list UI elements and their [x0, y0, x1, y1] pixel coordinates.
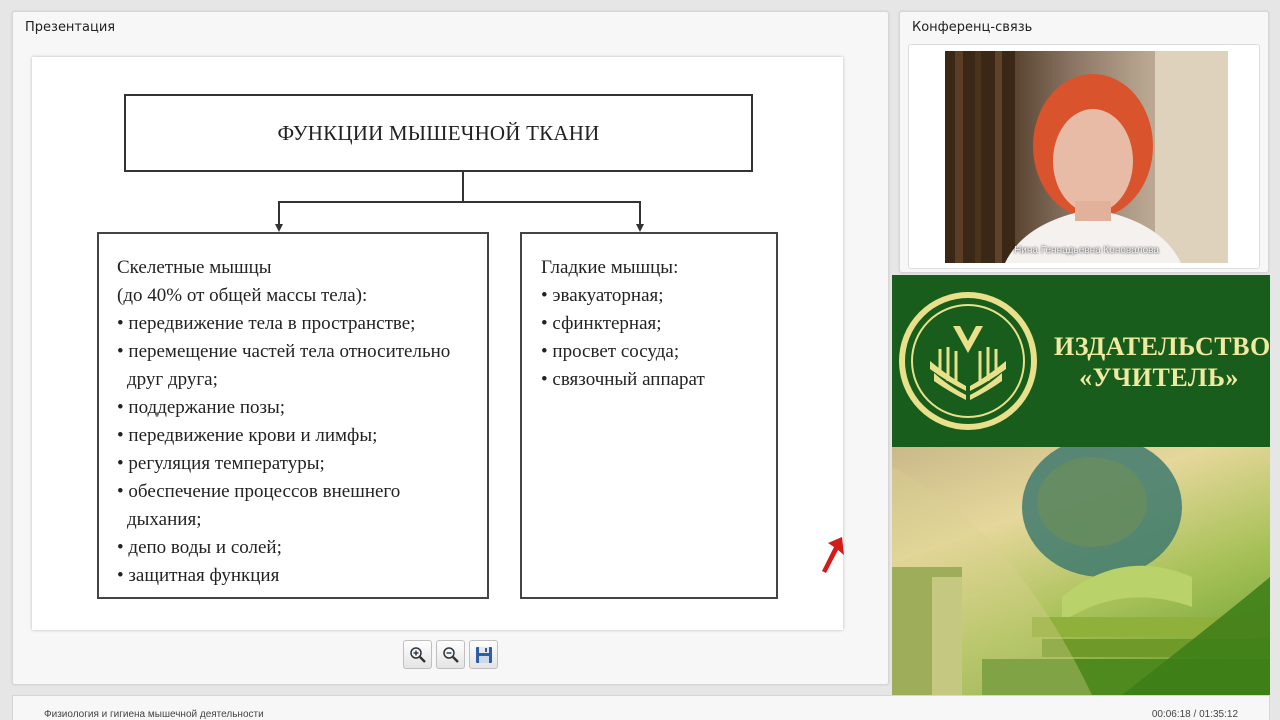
connector-horizontal — [278, 201, 641, 203]
footer-bar: Физиология и гигиена мышечной деятельнос… — [12, 695, 1270, 720]
box-heading-line: (до 40% от общей массы тела): — [117, 285, 368, 306]
function-list-item: дыхания; — [127, 509, 202, 530]
banner-header: ИЗДАТЕЛЬСТВО «УЧИТЕЛЬ» — [892, 275, 1270, 447]
video-frame: Нина Геннадьевна Коновалова — [908, 44, 1260, 269]
publisher-title: ИЗДАТЕЛЬСТВО «УЧИТЕЛЬ» — [1054, 331, 1270, 393]
connector-vertical-center — [462, 172, 464, 202]
floppy-disk-icon — [475, 646, 492, 663]
function-list-item: • перемещение частей тела относительно — [117, 341, 451, 362]
zoom-in-button[interactable] — [403, 640, 432, 669]
publisher-logo-icon — [899, 292, 1037, 430]
zoom-out-button[interactable] — [436, 640, 465, 669]
speaker-name-label: Нина Геннадьевна Коновалова — [1014, 245, 1159, 256]
playback-time: 00:06:18 / 01:35:12 — [1151, 709, 1238, 720]
function-list-item: • эвакуаторная; — [541, 285, 664, 306]
arrowhead-right — [636, 224, 644, 232]
conference-panel-title: Конференц-связь — [912, 20, 1033, 35]
books-and-globe-image — [892, 437, 1270, 695]
zoom-out-icon — [442, 646, 459, 663]
zoom-in-icon — [409, 646, 426, 663]
function-list-item: друг друга; — [127, 369, 218, 390]
slide-title: ФУНКЦИИ МЫШЕЧНОЙ ТКАНИ — [124, 94, 753, 172]
smooth-muscles-box: Гладкие мышцы: • эвакуаторная; • сфинктерн… — [520, 232, 778, 599]
function-list-item: • передвижение крови и лимфы; — [117, 425, 378, 446]
function-list-item: • сфинктерная; — [541, 313, 662, 334]
function-list-item: • связочный аппарат — [541, 369, 705, 390]
function-list-item: • депо воды и солей; — [117, 537, 282, 558]
function-list-item: • обеспечение процессов внешнего — [117, 481, 401, 502]
slide-toolbar — [403, 640, 498, 669]
speaker-video-image — [945, 51, 1228, 263]
function-list-item: • передвижение тела в пространстве; — [117, 313, 416, 334]
connector-right-drop — [639, 201, 641, 225]
laser-pointer-arrow-icon — [822, 537, 844, 573]
banner-image-books-globe — [892, 437, 1270, 695]
presentation-panel-title: Презентация — [25, 20, 116, 35]
conference-panel: Конференц-связь Нина Геннадьевна Коновал… — [899, 11, 1269, 273]
save-button[interactable] — [469, 640, 498, 669]
publisher-title-line1: ИЗДАТЕЛЬСТВО — [1054, 332, 1270, 361]
presentation-panel: Презентация ФУНКЦИИ МЫШЕЧНОЙ ТКАНИ Скеле… — [12, 11, 889, 685]
arrowhead-left — [275, 224, 283, 232]
slide: ФУНКЦИИ МЫШЕЧНОЙ ТКАНИ Скелетные мышцы (д… — [32, 57, 844, 630]
box-heading-line: Гладкие мышцы: — [541, 257, 679, 278]
function-list-item: • защитная функция — [117, 565, 280, 586]
box-heading-line: Скелетные мышцы — [117, 257, 272, 278]
course-title: Физиология и гигиена мышечной деятельнос… — [44, 709, 264, 720]
function-list-item: • регуляция температуры; — [117, 453, 325, 474]
function-list-item: • просвет сосуда; — [541, 341, 680, 362]
publisher-title-line2: «УЧИТЕЛЬ» — [1079, 363, 1239, 392]
speaker-video[interactable]: Нина Геннадьевна Коновалова — [945, 51, 1228, 263]
publisher-banner[interactable]: ИЗДАТЕЛЬСТВО «УЧИТЕЛЬ» — [892, 275, 1270, 695]
skeletal-muscles-box: Скелетные мышцы (до 40% от общей массы те… — [97, 232, 489, 599]
function-list-item: • поддержание позы; — [117, 397, 286, 418]
connector-left-drop — [278, 201, 280, 225]
